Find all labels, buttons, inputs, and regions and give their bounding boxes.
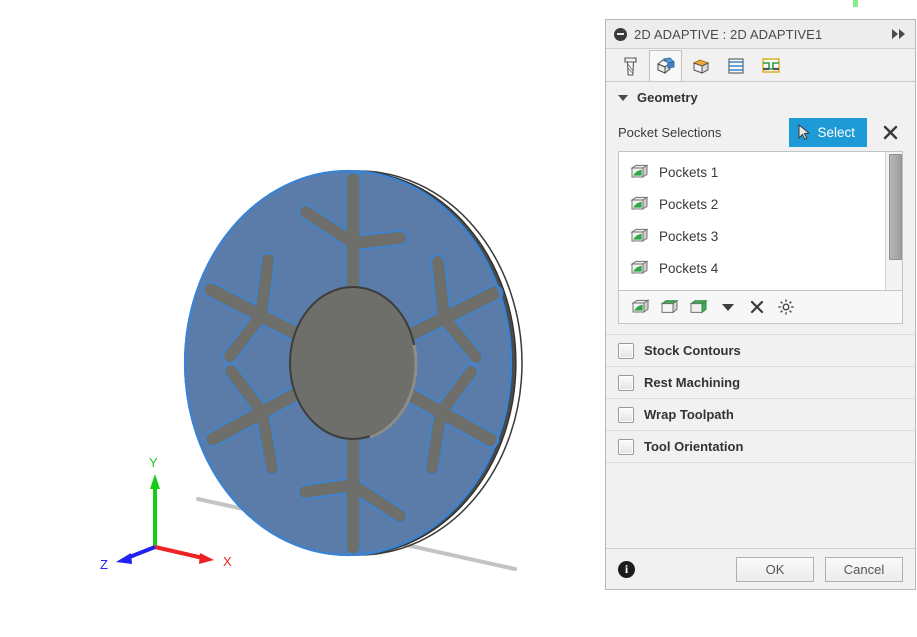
tab-passes[interactable] <box>719 50 752 81</box>
disc-part <box>183 169 523 557</box>
axis-x: X <box>154 545 232 569</box>
green-face-icon <box>630 227 649 242</box>
axis-y: Y <box>149 455 160 547</box>
svg-text:X: X <box>223 554 232 569</box>
info-icon[interactable]: i <box>618 560 635 578</box>
ok-button[interactable]: OK <box>736 556 814 582</box>
tab-geometry[interactable] <box>649 50 682 81</box>
wrap-toolpath-checkbox[interactable] <box>618 406 634 423</box>
cursor-arrow-icon <box>798 124 811 140</box>
pocket-selections-row: Pocket Selections Select <box>618 113 903 151</box>
list-item[interactable]: Pockets 1 <box>619 156 885 188</box>
select-solid-icon <box>689 299 708 313</box>
section-wrap-toolpath-title: Wrap Toolpath <box>644 407 734 422</box>
svg-text:Z: Z <box>100 557 108 572</box>
model-canvas[interactable]: Y X Z <box>0 0 605 637</box>
select-solid-mode-button[interactable] <box>685 294 712 321</box>
fast-forward-icon[interactable] <box>892 29 907 39</box>
section-stock-contours-title: Stock Contours <box>644 343 741 358</box>
list-item-label: Pockets 4 <box>659 260 719 276</box>
3d-viewport[interactable]: Y X Z <box>0 0 605 637</box>
minus-circle-icon[interactable] <box>614 27 627 41</box>
caret-down-icon <box>721 304 734 311</box>
section-stock-contours[interactable]: Stock Contours <box>606 335 915 367</box>
pocket-list[interactable]: Pockets 1 Pockets 2 Pockets 3 Pockets 4 <box>618 151 903 291</box>
svg-text:Y: Y <box>149 455 158 470</box>
list-item-label: Pockets 3 <box>659 228 719 244</box>
dialog-title: 2D ADAPTIVE : 2D ADAPTIVE1 <box>634 26 823 42</box>
caret-down-icon[interactable] <box>618 94 628 101</box>
section-geometry-header[interactable]: Geometry <box>606 82 915 113</box>
clear-selection-button[interactable] <box>743 294 770 321</box>
clear-pocket-selections-button[interactable] <box>877 119 903 145</box>
tab-heights[interactable] <box>684 50 717 81</box>
pocket-list-toolbar <box>618 291 903 324</box>
select-button-label: Select <box>817 124 855 140</box>
pocket-list-items: Pockets 1 Pockets 2 Pockets 3 Pockets 4 <box>619 152 885 290</box>
stock-contours-checkbox[interactable] <box>618 342 634 359</box>
top-edge-marker <box>853 0 858 7</box>
list-item[interactable]: Pockets 2 <box>619 188 885 220</box>
section-rest-machining-title: Rest Machining <box>644 375 741 390</box>
selection-settings-button[interactable] <box>772 294 799 321</box>
green-face-icon <box>630 195 649 210</box>
section-wrap-toolpath[interactable]: Wrap Toolpath <box>606 399 915 431</box>
green-face-icon <box>630 259 649 274</box>
select-top-face-icon <box>660 299 679 313</box>
select-face-icon <box>631 298 650 313</box>
list-item[interactable]: Pockets 3 <box>619 220 885 252</box>
list-item-label: Pockets 2 <box>659 196 719 212</box>
pocket-selections-label: Pocket Selections <box>618 124 722 140</box>
axis-triad: Y X Z <box>100 455 232 572</box>
selection-mode-dropdown-button[interactable] <box>714 294 741 321</box>
section-geometry: Geometry Pocket Selections Select Pocket… <box>606 82 915 335</box>
axis-z: Z <box>100 545 156 572</box>
scrollbar-thumb[interactable] <box>889 154 902 260</box>
section-tool-orientation-title: Tool Orientation <box>644 439 744 454</box>
list-item-label: Pockets 1 <box>659 164 719 180</box>
tab-tool[interactable] <box>614 50 647 81</box>
close-x-icon <box>883 125 897 139</box>
tab-strip <box>606 49 915 82</box>
cancel-button[interactable]: Cancel <box>825 556 903 582</box>
geometry-body: Pocket Selections Select Pockets 1 Pocke… <box>606 113 915 334</box>
select-top-face-mode-button[interactable] <box>656 294 683 321</box>
dialog-header: 2D ADAPTIVE : 2D ADAPTIVE1 <box>606 20 915 49</box>
close-x-icon <box>750 300 763 314</box>
pocket-list-scrollbar[interactable] <box>885 152 902 290</box>
operation-dialog-panel: 2D ADAPTIVE : 2D ADAPTIVE1 Geometry Pock… <box>605 19 916 590</box>
select-button[interactable]: Select <box>789 117 867 147</box>
tool-orientation-checkbox[interactable] <box>618 438 634 455</box>
section-rest-machining[interactable]: Rest Machining <box>606 367 915 399</box>
section-tool-orientation[interactable]: Tool Orientation <box>606 431 915 463</box>
tab-linking[interactable] <box>754 50 787 81</box>
gear-icon <box>777 299 794 315</box>
dialog-footer: i OK Cancel <box>606 548 915 589</box>
green-face-icon <box>630 163 649 178</box>
section-geometry-title: Geometry <box>637 90 698 105</box>
rest-machining-checkbox[interactable] <box>618 374 634 391</box>
select-face-mode-button[interactable] <box>627 294 654 321</box>
list-item[interactable]: Pockets 4 <box>619 252 885 284</box>
